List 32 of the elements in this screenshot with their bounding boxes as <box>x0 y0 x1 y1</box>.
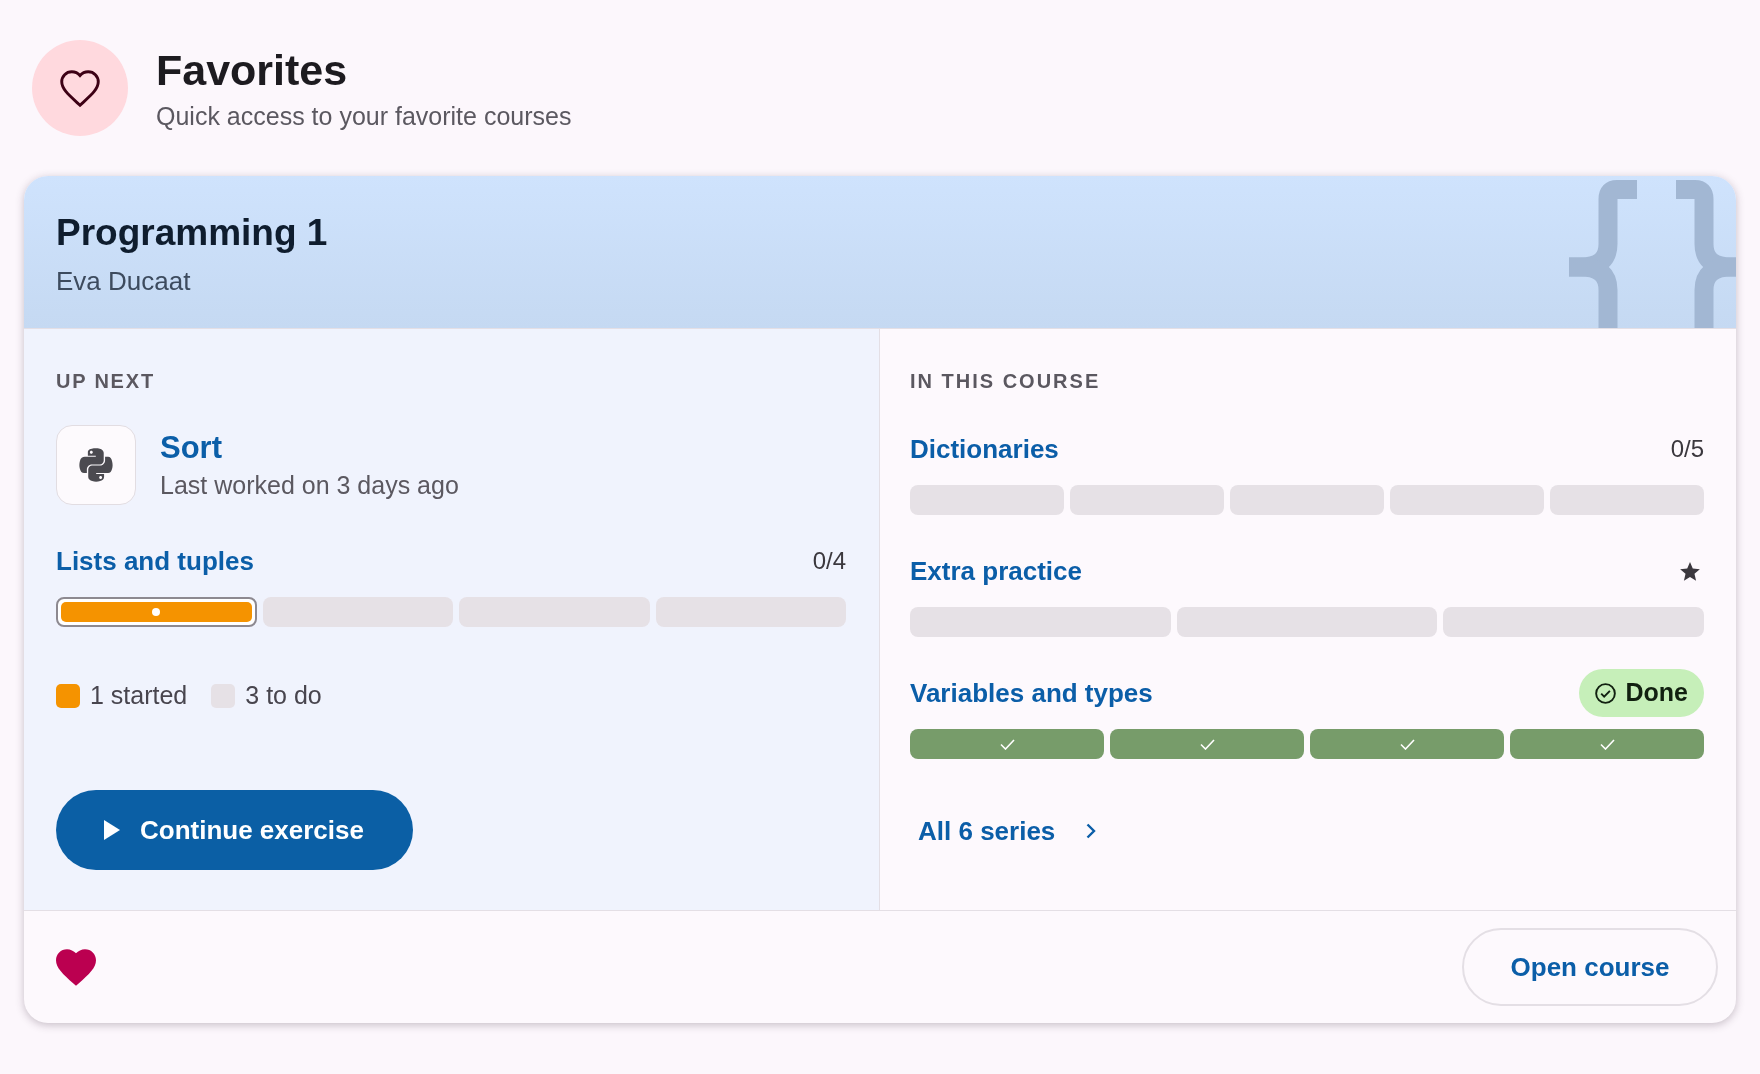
heart-icon[interactable] <box>56 948 96 986</box>
check-icon <box>1199 738 1215 750</box>
section-label: IN THIS COURSE <box>910 369 1101 394</box>
course-teacher: Eva Ducaat <box>56 265 191 297</box>
open-course-button[interactable]: Open course <box>1462 928 1718 1006</box>
last-worked-text: Last worked on 3 days ago <box>160 470 459 501</box>
series-link[interactable]: Lists and tuples <box>56 541 254 581</box>
play-icon <box>104 820 120 840</box>
series-link[interactable]: Variables and types <box>910 673 1153 713</box>
check-icon <box>1399 738 1415 750</box>
chevron-right-icon <box>1086 823 1097 839</box>
legend-label: 3 to do <box>245 680 322 712</box>
section-label: UP NEXT <box>56 369 155 394</box>
curly-braces-icon <box>1569 180 1736 328</box>
progress-count: 0/4 <box>812 546 846 576</box>
series-link[interactable]: Dictionaries <box>910 429 1059 469</box>
legend-label: 1 started <box>90 680 188 712</box>
series-link[interactable]: Extra practice <box>910 551 1082 591</box>
page-subtitle: Quick access to your favorite courses <box>156 101 572 132</box>
continue-button[interactable]: Continue exercise <box>56 790 413 870</box>
course-title: Programming 1 <box>56 211 328 255</box>
python-logo-icon <box>56 425 136 505</box>
badge-label: Done <box>1625 677 1688 709</box>
check-icon <box>1599 738 1615 750</box>
exercise-link[interactable]: Sort <box>160 429 222 467</box>
swatch-icon <box>56 684 80 708</box>
star-icon <box>1680 561 1700 581</box>
progress-count: 0/5 <box>1670 434 1704 464</box>
all-series-link[interactable]: All 6 series <box>910 807 1105 855</box>
page-title: Favorites <box>156 45 348 96</box>
check-icon <box>999 738 1015 750</box>
check-circle-icon <box>1594 682 1616 704</box>
